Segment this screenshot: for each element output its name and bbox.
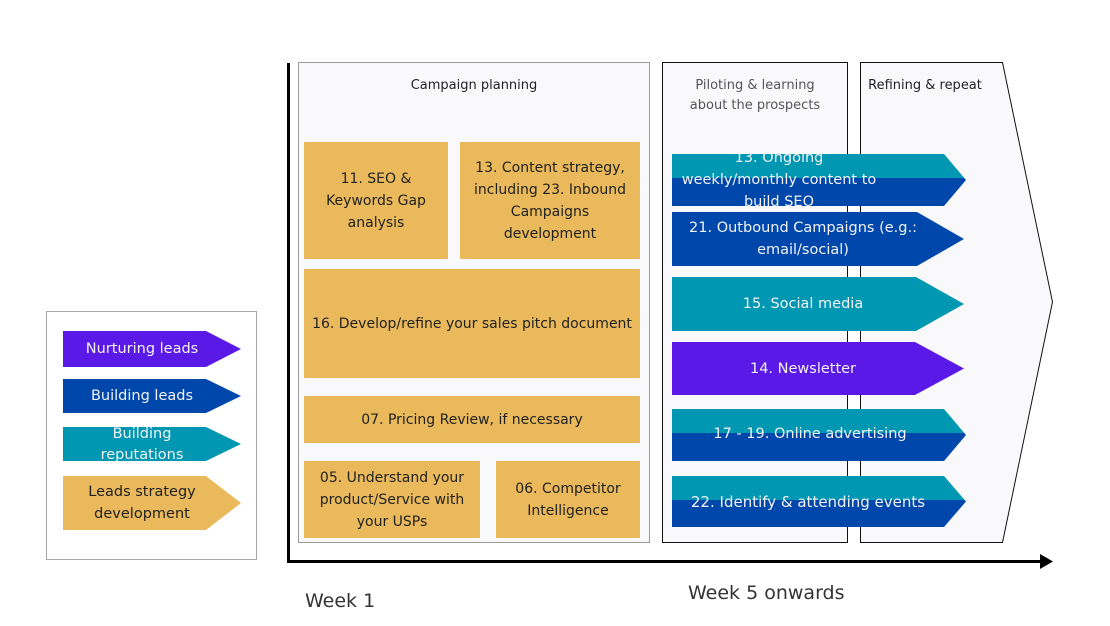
activity-label: 15. Social media [742,296,864,312]
activity-label: 17 - 19. Online advertising [713,426,907,442]
task-card-pricing-review: 07. Pricing Review, if necessary [304,396,640,443]
activity-online-advertising: 17 - 19. Online advertising [672,409,966,461]
phase-refining-title: Refining & repeat [868,78,982,93]
task-card-understand-product: 05. Understand your product/Service with… [304,461,480,538]
phase-piloting-title: Piloting & learning about the prospects [689,78,821,113]
activity-newsletter: 14. Newsletter [672,342,964,395]
phase-campaign-planning-title: Campaign planning [410,78,538,93]
task-card-competitor-intelligence: 06. Competitor Intelligence [496,461,640,538]
activity-events: 22. Identify & attending events [672,476,966,527]
task-card-seo: 11. SEO & Keywords Gap analysis [304,142,448,259]
activity-label: 22. Identify & attending events [690,492,926,511]
axis-start-label: Week 1 [305,590,376,612]
axis-end-label: Week 5 onwards [688,582,845,604]
phase-refining: Refining & repeat [862,76,988,96]
activity-ongoing-content: 13. Ongoing weekly/monthly content to bu… [672,150,966,210]
phase-campaign-planning-panel: Campaign planning 11. SEO & Keywords Gap… [298,62,650,543]
task-card-sales-pitch: 16. Develop/refine your sales pitch docu… [304,269,640,378]
activity-outbound-campaigns: 21. Outbound Campaigns (e.g.: email/soci… [672,212,964,266]
activity-label: 14. Newsletter [749,360,857,377]
activity-label: 13. Ongoing weekly/monthly content to bu… [681,150,877,210]
activity-label: 21. Outbound Campaigns (e.g.: email/soci… [689,220,917,258]
x-axis-arrowhead [1040,554,1053,569]
task-card-content-strategy: 13. Content strategy, including 23. Inbo… [460,142,640,259]
activity-social-media: 15. Social media [672,277,964,331]
